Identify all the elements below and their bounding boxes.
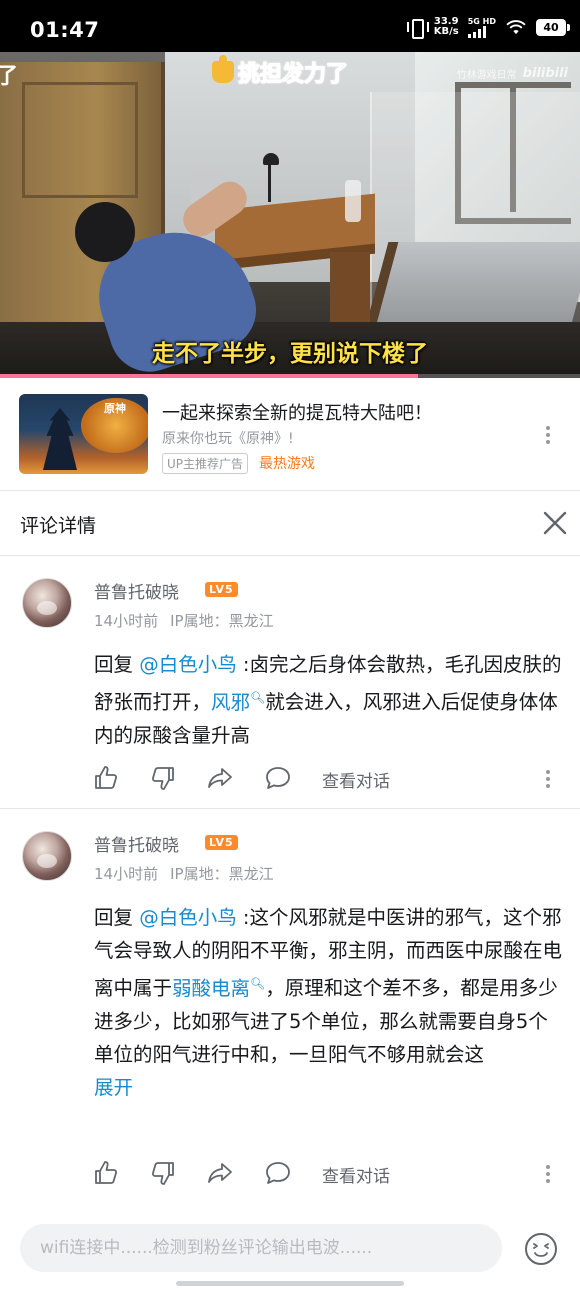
- bilibili-logo: bilibili: [522, 66, 568, 81]
- overlay-left-text: 了: [0, 64, 19, 89]
- status-icons: 33.9 KB/s 5G HD 40: [406, 14, 570, 40]
- ad-hot-label: 最热游戏: [259, 456, 315, 472]
- comment-input[interactable]: wifi连接中......检测到粉丝评论输出电波......: [20, 1224, 502, 1272]
- home-indicator[interactable]: [176, 1281, 404, 1286]
- search-keyword-link[interactable]: 弱酸电离🔍︎: [172, 976, 266, 1000]
- close-icon[interactable]: [542, 510, 568, 536]
- search-icon: 🔍︎: [250, 690, 266, 704]
- comment-ip: IP属地：黑龙江: [170, 865, 274, 883]
- emoji-icon[interactable]: [524, 1232, 558, 1266]
- video-watermark: 竹林游戏日常 bilibili: [457, 66, 568, 81]
- video-player[interactable]: 了 挑担发力了 竹林游戏日常 bilibili 走不了半步，更别说下楼了: [0, 52, 580, 378]
- status-time: 01:47: [30, 18, 100, 42]
- comment-time: 14小时前: [94, 612, 159, 630]
- comment-detail-title: 评论详情: [20, 515, 97, 537]
- comment-actions: 查看对话: [92, 1159, 562, 1189]
- comment-item: 普鲁托破晓 LV5 14小时前 IP属地：黑龙江 回复 @白色小鸟 :这个风邪就是…: [0, 809, 580, 1203]
- wifi-icon: [506, 20, 526, 35]
- network-speed: 33.9 KB/s: [434, 17, 459, 37]
- ad-title[interactable]: 一起来探索全新的提瓦特大陆吧！: [162, 399, 432, 425]
- cellular-signal-icon: 5G HD: [467, 16, 496, 38]
- like-icon[interactable]: [92, 1159, 122, 1189]
- dislike-icon[interactable]: [149, 764, 179, 794]
- ad-thumbnail-logo: 原神: [104, 402, 126, 415]
- reply-icon[interactable]: [264, 1159, 294, 1189]
- share-icon[interactable]: [206, 1159, 236, 1189]
- mention-link[interactable]: @白色小鸟: [139, 653, 237, 676]
- view-conversation-button[interactable]: 查看对话: [322, 767, 390, 792]
- video-subtitle: 走不了半步，更别说下楼了: [152, 341, 428, 367]
- comment-meta: 14小时前 IP属地：黑龙江: [94, 863, 274, 884]
- ad-card[interactable]: 原神 一起来探索全新的提瓦特大陆吧！ 原来你也玩《原神》! UP主推荐广告 最热…: [0, 378, 580, 490]
- search-keyword-link[interactable]: 风邪🔍︎: [211, 690, 266, 714]
- ad-subtitle: 原来你也玩《原神》!: [162, 431, 294, 447]
- share-icon[interactable]: [206, 764, 236, 794]
- mention-link[interactable]: @白色小鸟: [139, 906, 237, 929]
- thumbs-up-emoji-icon: [212, 55, 234, 83]
- comment-content[interactable]: 回复 @白色小鸟 :卤完之后身体会散热，毛孔因皮肤的舒张而打开，风邪🔍︎就会进入…: [94, 648, 564, 752]
- reply-prefix: 回复: [94, 906, 140, 929]
- comment-time: 14小时前: [94, 865, 159, 883]
- ad-tag: UP主推荐广告: [162, 453, 249, 474]
- comment-item: 普鲁托破晓 LV5 14小时前 IP属地：黑龙江 回复 @白色小鸟 :卤完之后身体…: [0, 556, 580, 808]
- level-badge: LV5: [205, 582, 238, 597]
- comment-content[interactable]: 回复 @白色小鸟 :这个风邪就是中医讲的邪气，这个邪气会导致人的阴阳不平衡，邪主…: [94, 901, 564, 1104]
- network-label: 5G HD: [467, 16, 496, 26]
- comment-username[interactable]: 普鲁托破晓: [94, 578, 179, 603]
- comment-detail-header: 评论详情: [0, 491, 580, 555]
- avatar[interactable]: [22, 578, 72, 628]
- ad-more-icon[interactable]: [538, 424, 558, 446]
- ad-thumbnail[interactable]: 原神: [19, 394, 148, 474]
- watermark-text: 竹林游戏日常: [456, 70, 517, 81]
- status-bar: 01:47 33.9 KB/s 5G HD 40: [0, 0, 580, 52]
- expand-button[interactable]: 展开: [94, 1076, 133, 1099]
- avatar[interactable]: [22, 831, 72, 881]
- comment-actions: 查看对话: [92, 764, 562, 794]
- vibrate-icon: [406, 17, 429, 39]
- like-icon[interactable]: [92, 764, 122, 794]
- comment-more-icon[interactable]: [538, 768, 558, 790]
- comment-more-icon[interactable]: [538, 1163, 558, 1185]
- network-speed-unit: KB/s: [433, 26, 459, 37]
- reply-icon[interactable]: [264, 764, 294, 794]
- search-icon: 🔍︎: [250, 976, 266, 990]
- comment-ip: IP属地：黑龙江: [170, 612, 274, 630]
- comment-meta: 14小时前 IP属地：黑龙江: [94, 610, 274, 631]
- level-badge: LV5: [205, 835, 238, 850]
- view-conversation-button[interactable]: 查看对话: [322, 1162, 390, 1187]
- battery-icon: 40: [536, 18, 570, 36]
- comment-username[interactable]: 普鲁托破晓: [94, 831, 179, 856]
- comment-input-bar: wifi连接中......检测到粉丝评论输出电波......: [0, 1212, 580, 1289]
- video-overlay-title: 挑担发力了: [212, 55, 349, 88]
- reply-prefix: 回复: [94, 653, 140, 676]
- dislike-icon[interactable]: [149, 1159, 179, 1189]
